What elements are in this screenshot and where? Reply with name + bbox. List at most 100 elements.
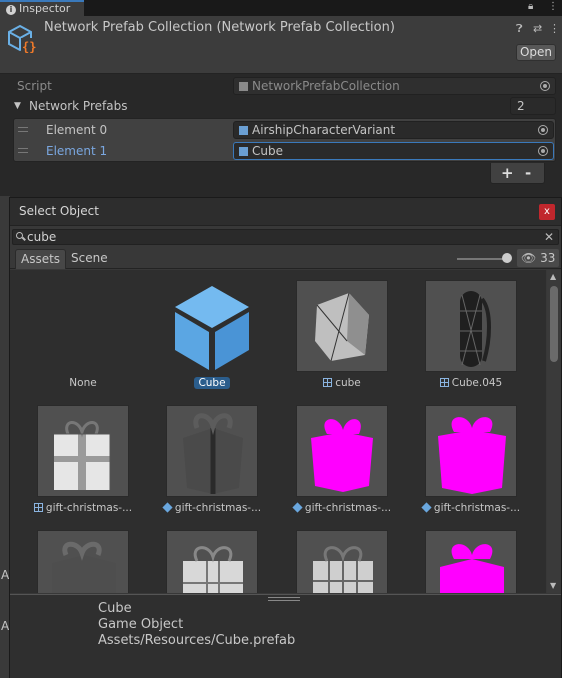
item-label: gift-christmas-...: [281, 502, 403, 514]
grid-item-cube-mesh[interactable]: cube: [281, 280, 393, 392]
gift-thumbnail: [296, 405, 388, 497]
preview-path: Assets/Resources/Cube.prefab: [98, 633, 296, 648]
script-file-icon: [239, 82, 248, 91]
eye-slash-icon: 👁︎: [521, 251, 537, 265]
grid-item-gift-8[interactable]: [410, 530, 522, 593]
gift-thumbnail: [37, 405, 129, 497]
prefab-icon: [421, 502, 432, 513]
element-list: Element 0 AirshipCharacterVariant Elemen…: [13, 118, 556, 162]
grid-item-gift-5[interactable]: [22, 530, 134, 593]
remove-element-button[interactable]: -: [525, 164, 531, 182]
grid-item-gift-7[interactable]: [281, 530, 393, 593]
object-field[interactable]: Cube: [233, 142, 554, 160]
prefab-icon: [292, 502, 303, 513]
gift-thumbnail: [166, 530, 258, 593]
object-picker-icon[interactable]: [538, 146, 548, 156]
object-value: Cube: [252, 144, 283, 158]
item-label: Cube: [151, 377, 273, 389]
item-label: gift-christmas-...: [410, 502, 532, 514]
resize-grip-icon[interactable]: [268, 597, 300, 601]
grid-item-gift-1[interactable]: gift-christmas-...: [22, 405, 134, 517]
clear-search-icon[interactable]: ✕: [544, 230, 554, 244]
tab-bar: i Inspector 🔒︎ ⋮: [0, 0, 562, 16]
drag-handle-icon[interactable]: [18, 148, 28, 153]
grid-item-gift-6[interactable]: [151, 530, 263, 593]
kebab-menu-icon[interactable]: ⋮: [549, 22, 560, 35]
item-label: gift-christmas-...: [151, 502, 273, 514]
window-title: Select Object: [19, 204, 99, 218]
grid-item-cube-045[interactable]: Cube.045: [410, 280, 522, 392]
item-label: None: [69, 377, 97, 389]
grid-item-gift-3[interactable]: gift-christmas-...: [281, 405, 393, 517]
underlay-text: A: [1, 619, 10, 633]
tab-scene[interactable]: Scene: [66, 249, 113, 269]
cube-prefab-icon: [175, 286, 249, 370]
search-value: cube: [27, 230, 57, 244]
mesh-thumbnail: [425, 280, 517, 372]
tab-inspector[interactable]: i Inspector: [0, 0, 84, 16]
hidden-count: 33: [540, 251, 556, 265]
foldout-arrow-icon[interactable]: ▼: [14, 101, 21, 111]
grid-item-cube-prefab[interactable]: Cube: [151, 280, 263, 392]
drag-handle-icon[interactable]: [18, 127, 28, 132]
object-picker-icon: [540, 81, 550, 91]
array-size-field[interactable]: 2: [510, 97, 556, 115]
element-label: Element 0: [46, 123, 108, 137]
info-icon: i: [6, 5, 16, 15]
prefab-icon: [239, 147, 248, 156]
mesh-icon: [439, 378, 449, 387]
preview-name: Cube: [98, 601, 132, 616]
close-button[interactable]: x: [539, 204, 555, 220]
underlay-text: A: [1, 568, 10, 582]
object-value: AirshipCharacterVariant: [252, 123, 396, 137]
gift-thumbnail: [425, 530, 517, 593]
tab-label: Inspector: [19, 2, 71, 15]
scroll-down-icon[interactable]: ▼: [550, 581, 556, 590]
mesh-thumbnail: [296, 280, 388, 372]
gift-thumbnail: [296, 530, 388, 593]
prefab-icon: [162, 502, 173, 513]
svg-text:{}: {}: [22, 40, 36, 54]
gift-thumbnail: [37, 530, 129, 593]
slider-knob[interactable]: [502, 253, 512, 263]
open-button[interactable]: Open: [516, 44, 556, 61]
script-label: Script: [17, 79, 52, 93]
add-element-button[interactable]: +: [501, 164, 514, 182]
window-titlebar[interactable]: Select Object x: [10, 198, 561, 226]
network-prefabs-label: Network Prefabs: [29, 99, 128, 113]
gift-thumbnail: [166, 405, 258, 497]
grid-item-none[interactable]: None: [22, 280, 134, 392]
mesh-icon: [33, 503, 43, 512]
help-icon[interactable]: ❓︎: [516, 22, 523, 36]
inspector-header: {} Network Prefab Collection (Network Pr…: [0, 16, 562, 74]
search-icon: [16, 232, 23, 239]
preset-icon[interactable]: ⇄: [533, 22, 542, 35]
object-field[interactable]: AirshipCharacterVariant: [233, 121, 554, 139]
search-input[interactable]: cube ✕: [12, 229, 559, 245]
asset-grid: None Cube cube Cube.045 gift-christmas-.…: [10, 270, 546, 593]
scriptable-object-icon: {}: [8, 24, 36, 54]
grid-scrollbar[interactable]: ▲ ▼: [547, 270, 561, 593]
script-row: Script NetworkPrefabCollection: [0, 77, 562, 97]
scroll-up-icon[interactable]: ▲: [550, 272, 556, 281]
object-picker-icon[interactable]: [538, 125, 548, 135]
tab-assets[interactable]: Assets: [15, 249, 67, 269]
item-label: cube: [281, 377, 403, 389]
gift-thumbnail: [425, 405, 517, 497]
grid-item-gift-2[interactable]: gift-christmas-...: [151, 405, 263, 517]
list-item[interactable]: Element 1 Cube: [14, 141, 555, 162]
list-item[interactable]: Element 0 AirshipCharacterVariant: [14, 120, 555, 141]
kebab-menu-icon[interactable]: ⋮: [548, 1, 558, 12]
grid-item-gift-4[interactable]: gift-christmas-...: [410, 405, 522, 517]
picker-tabs: Assets Scene 👁︎ 33: [10, 247, 561, 269]
lock-icon[interactable]: 🔒︎: [528, 1, 533, 12]
hidden-packages-toggle[interactable]: 👁︎ 33: [517, 249, 559, 267]
preview-type: Game Object: [98, 617, 184, 632]
mesh-icon: [323, 378, 333, 387]
list-footer: + -: [490, 163, 545, 184]
scrollbar-thumb[interactable]: [550, 286, 558, 362]
prefab-icon: [239, 126, 248, 135]
network-prefabs-row[interactable]: ▼ Network Prefabs 2: [0, 97, 562, 117]
item-label: Cube.045: [410, 377, 532, 389]
script-field: NetworkPrefabCollection: [233, 77, 556, 95]
